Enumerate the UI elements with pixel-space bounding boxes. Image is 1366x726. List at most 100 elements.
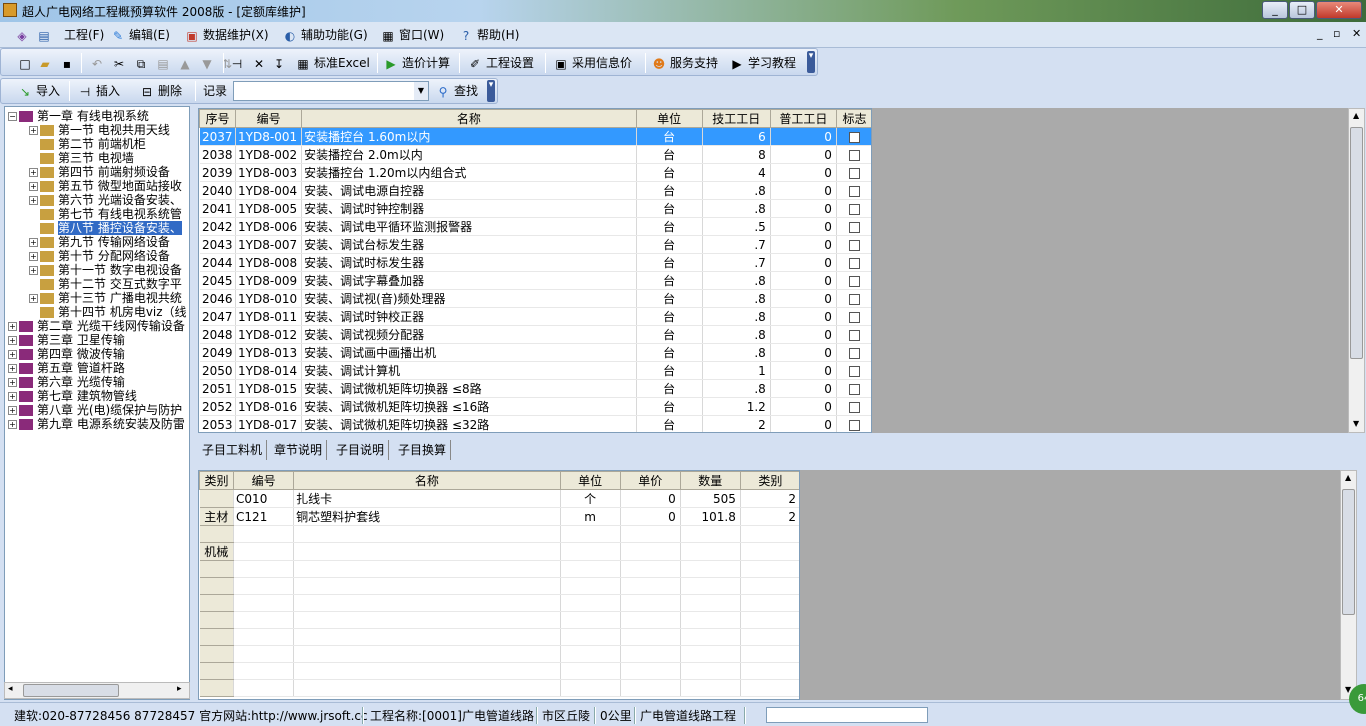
table-cell[interactable]: 1YD8-004 [235,181,303,200]
tree-section[interactable]: + 第九节 传输网络设备 [29,235,170,249]
table-cell[interactable]: 台 [636,397,703,416]
open-icon[interactable]: ▰ [37,53,56,73]
table-cell[interactable]: .5 [702,217,771,236]
table-cell[interactable]: 0 [770,343,837,362]
tab-item-notes[interactable]: 子目说明 [332,440,390,460]
table-cell[interactable] [560,662,621,680]
table-cell[interactable] [293,679,561,697]
tree-chapter[interactable]: + 第二章 光缆干线网传输设备 [8,319,185,333]
table-cell[interactable]: 8 [702,145,771,164]
tree-section[interactable]: 第十二节 交互式数字平 [29,277,182,291]
table-cell[interactable]: 1YD8-007 [235,235,303,254]
table-cell[interactable]: 2 [740,489,799,508]
column-header[interactable]: 标志 [835,109,871,128]
table-row[interactable] [199,560,799,578]
tree-section[interactable]: + 第六节 光端设备安装、 [29,193,182,207]
tree-section[interactable]: + 第一节 电视共用天线 [29,123,170,137]
table-row[interactable]: 主材 C121 铜芯塑料护套线 m 0 101.8 2 [199,507,799,526]
table-cell[interactable]: 台 [636,199,703,218]
flag-cell[interactable] [836,325,871,344]
table-cell[interactable]: 0 [770,397,837,416]
menu-data[interactable]: ▣ 数据维护(X) [184,26,268,44]
table-cell[interactable] [680,542,741,561]
flag-checkbox[interactable] [848,311,860,323]
table-cell[interactable]: 1YD8-003 [235,163,303,182]
table-cell[interactable]: 安装、调试电源自控器 [301,181,637,200]
table-cell[interactable]: 505 [680,489,741,508]
table-cell[interactable] [740,577,799,595]
toolbar2-options-icon[interactable]: ▾ [487,80,495,102]
table-cell[interactable]: m [560,507,621,526]
chevron-down-icon[interactable]: ▼ [414,82,428,100]
expand-toggle-icon[interactable] [29,154,38,163]
expand-toggle-icon[interactable]: + [29,168,38,177]
table-cell[interactable]: 0 [770,163,837,182]
expand-toggle-icon[interactable]: + [8,350,17,359]
flag-cell[interactable] [836,163,871,182]
table-row[interactable] [199,628,799,646]
table-cell[interactable]: 0 [770,181,837,200]
table-cell[interactable]: 1YD8-010 [235,289,303,308]
table-cell[interactable]: 安装、调试画中画播出机 [301,343,637,362]
table-row[interactable] [199,594,799,612]
column-header[interactable]: 编号 [235,109,303,128]
table-cell[interactable]: .8 [702,289,771,308]
table-cell[interactable]: 铜芯塑料护套线 [293,507,561,526]
table-cell[interactable] [680,628,741,646]
tree-section[interactable]: + 第十三节 广播电视共统 [29,291,182,305]
table-cell[interactable]: 1YD8-006 [235,217,303,236]
table-cell[interactable] [560,560,621,578]
table-cell[interactable]: 台 [636,235,703,254]
expand-toggle-icon[interactable] [29,210,38,219]
flag-cell[interactable] [836,343,871,362]
insert-row-icon[interactable]: ⊣ [229,53,248,73]
tree-chapter[interactable]: − 第一章 有线电视系统 [8,109,149,123]
table-row[interactable]: 2044 1YD8-008 安装、调试时标发生器台 .7 0 [199,253,871,272]
table-cell[interactable] [560,628,621,646]
column-header[interactable]: 单价 [619,471,681,490]
table-row[interactable] [199,645,799,663]
table-cell[interactable]: 1YD8-013 [235,343,303,362]
table-cell[interactable] [293,594,561,612]
flag-cell[interactable] [836,361,871,380]
menu-tools[interactable]: ◐ 辅助功能(G) [282,26,368,44]
table-cell[interactable] [680,594,741,612]
undo-icon[interactable]: ↶ [89,53,108,73]
expand-toggle-icon[interactable] [29,308,38,317]
table-cell[interactable]: 台 [636,181,703,200]
sort-az-icon[interactable]: ↧ [271,53,290,73]
table-cell[interactable]: 安装、调试电平循环监测报警器 [301,217,637,236]
table-row[interactable]: C010 扎线卡个 0 505 2 [199,489,799,508]
table-cell[interactable]: 台 [636,271,703,290]
table-cell[interactable]: 安装、调试微机矩阵切换器 ≤8路 [301,379,637,398]
table-cell[interactable]: 6 [702,127,771,146]
flag-checkbox[interactable] [848,293,860,305]
table-row[interactable]: 2048 1YD8-012 安装、调试视频分配器台 .8 0 [199,325,871,344]
mdi-restore-button[interactable]: ▫ [1333,27,1340,40]
table-cell[interactable]: 台 [636,379,703,398]
table-row[interactable]: 机械 [199,542,799,561]
flag-cell[interactable] [836,217,871,236]
table-cell[interactable]: 1YD8-015 [235,379,303,398]
table-cell[interactable] [740,542,799,561]
expand-toggle-icon[interactable]: + [8,364,17,373]
table-row[interactable]: 2043 1YD8-007 安装、调试台标发生器台 .7 0 [199,235,871,254]
column-header[interactable]: 单位 [635,109,703,128]
expand-toggle-icon[interactable]: + [8,336,17,345]
table-cell[interactable]: 个 [560,489,621,508]
table-cell[interactable]: 1YD8-001 [235,127,303,146]
flag-cell[interactable] [836,145,871,164]
table-row[interactable]: 2042 1YD8-006 安装、调试电平循环监测报警器台 .5 0 [199,217,871,236]
table-row[interactable]: 2052 1YD8-016 安装、调试微机矩阵切换器 ≤16路台 1.2 0 [199,397,871,416]
expand-toggle-icon[interactable]: + [29,294,38,303]
table-cell[interactable] [680,611,741,629]
table-cell[interactable] [233,560,295,578]
table-row[interactable]: 2045 1YD8-009 安装、调试字幕叠加器台 .8 0 [199,271,871,290]
close-button[interactable]: ✕ [1316,1,1362,19]
table-cell[interactable] [560,525,621,543]
flag-checkbox[interactable] [848,365,860,377]
table-cell[interactable] [620,662,681,680]
table-cell[interactable]: 2042 [199,217,237,236]
table-cell[interactable]: 2049 [199,343,237,362]
table-row[interactable] [199,577,799,595]
